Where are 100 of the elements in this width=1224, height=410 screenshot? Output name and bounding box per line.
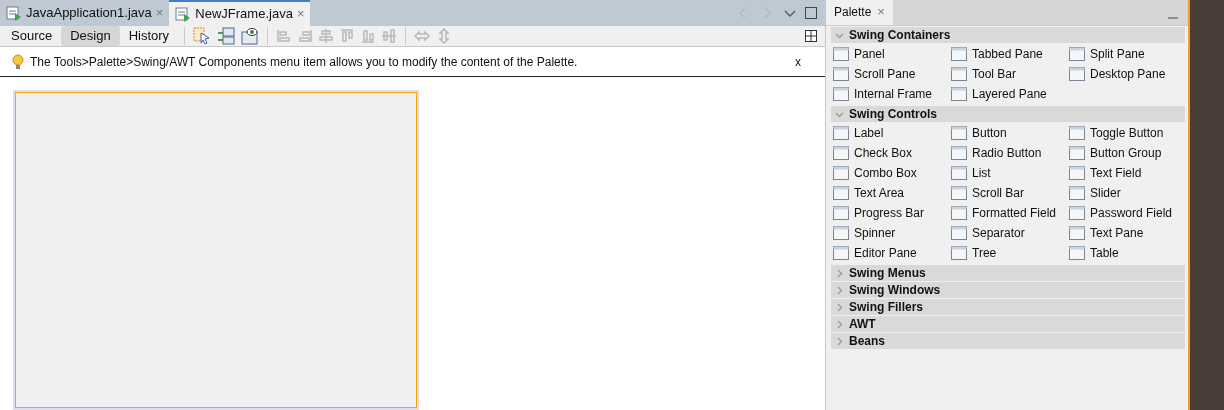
palette-item[interactable]: Tool Bar (949, 64, 1067, 84)
item-label: Separator (972, 225, 1025, 242)
component-icon (1069, 145, 1085, 161)
palette-item[interactable]: Editor Pane (831, 243, 949, 263)
center-horizontal-icon[interactable] (318, 28, 335, 44)
component-icon (951, 165, 967, 181)
component-icon (1069, 125, 1085, 141)
align-left-icon[interactable] (276, 28, 293, 44)
category-header[interactable]: Swing Windows (831, 282, 1185, 298)
palette-item[interactable]: Label (831, 123, 949, 143)
component-icon (951, 225, 967, 241)
palette-item[interactable]: Formatted Field (949, 203, 1067, 223)
item-label: Combo Box (854, 165, 917, 182)
component-icon (951, 125, 967, 141)
palette-item[interactable]: Panel (831, 44, 949, 64)
palette-item[interactable]: Internal Frame (831, 84, 949, 104)
component-icon (833, 225, 849, 241)
item-label: Tree (972, 245, 997, 262)
view-tab[interactable]: Design (61, 26, 120, 46)
palette-item[interactable]: Button (949, 123, 1067, 143)
resize-horizontal-icon[interactable] (414, 28, 431, 44)
component-icon (833, 165, 849, 181)
close-icon[interactable]: × (296, 4, 305, 24)
align-bottom-icon[interactable] (360, 28, 377, 44)
palette-item[interactable]: Desktop Pane (1067, 64, 1185, 84)
palette-item[interactable]: List (949, 163, 1067, 183)
category-label: Beans (849, 333, 886, 350)
palette-item[interactable]: Table (1067, 243, 1185, 263)
palette-item[interactable]: Split Pane (1067, 44, 1185, 64)
palette-item[interactable]: Toggle Button (1067, 123, 1185, 143)
view-tab[interactable]: History (121, 26, 177, 46)
item-label: Text Field (1090, 165, 1142, 182)
category-header[interactable]: Swing Fillers (831, 299, 1185, 315)
category-label: Swing Controls (849, 106, 937, 123)
category-header[interactable]: Beans (831, 333, 1185, 349)
category-label: Swing Menus (849, 265, 926, 282)
category-header[interactable]: Swing Controls (831, 106, 1185, 122)
category-header[interactable]: AWT (831, 316, 1185, 332)
view-tab[interactable]: Source (4, 26, 60, 46)
category-label: Swing Containers (849, 27, 951, 44)
palette-item[interactable]: Text Pane (1067, 223, 1185, 243)
component-icon (833, 245, 849, 261)
item-label: Toggle Button (1090, 125, 1164, 142)
resize-vertical-icon[interactable] (436, 28, 453, 44)
item-label: Layered Pane (972, 86, 1047, 103)
align-top-icon[interactable] (339, 28, 356, 44)
lightbulb-icon (12, 53, 24, 70)
close-hint-button[interactable]: x (783, 52, 813, 71)
grid-icon[interactable] (805, 30, 817, 42)
palette-item[interactable]: Radio Button (949, 143, 1067, 163)
palette-item[interactable]: Tree (949, 243, 1067, 263)
component-icon (951, 66, 967, 82)
palette-item[interactable]: Tabbed Pane (949, 44, 1067, 64)
palette-item[interactable]: Password Field (1067, 203, 1185, 223)
item-label: Slider (1090, 185, 1121, 202)
palette-item[interactable]: Text Area (831, 183, 949, 203)
maximize-icon[interactable] (805, 7, 817, 19)
item-label: Password Field (1090, 205, 1173, 222)
component-icon (1069, 66, 1085, 82)
item-label: Button (972, 125, 1007, 142)
form-canvas[interactable] (13, 90, 419, 410)
item-label: Tabbed Pane (972, 46, 1043, 63)
palette-item[interactable]: Combo Box (831, 163, 949, 183)
component-icon (1069, 225, 1085, 241)
category-header[interactable]: Swing Containers (831, 27, 1185, 43)
item-label: Progress Bar (854, 205, 925, 222)
component-icon (833, 46, 849, 62)
palette-item[interactable]: Button Group (1067, 143, 1185, 163)
palette-item[interactable]: Scroll Bar (949, 183, 1067, 203)
align-right-icon[interactable] (297, 28, 314, 44)
component-icon (951, 205, 967, 221)
component-icon (833, 185, 849, 201)
file-icon (6, 5, 22, 21)
editor-tab[interactable]: JavaApplication1.java × (0, 0, 170, 26)
center-vertical-icon[interactable] (381, 28, 398, 44)
palette-item[interactable]: Layered Pane (949, 84, 1067, 104)
palette-item[interactable]: Spinner (831, 223, 949, 243)
close-icon[interactable]: × (877, 2, 885, 22)
item-label: Table (1090, 245, 1119, 262)
component-icon (1069, 245, 1085, 261)
item-label: Split Pane (1090, 46, 1145, 63)
palette-item[interactable]: Separator (949, 223, 1067, 243)
preview-icon[interactable] (241, 27, 260, 45)
item-label: Panel (854, 46, 885, 63)
item-label: Label (854, 125, 884, 142)
palette-tab[interactable]: Palette × (826, 0, 893, 25)
tab-label: JavaApplication1.java (26, 4, 152, 23)
category-header[interactable]: Swing Menus (831, 265, 1185, 281)
selection-icon[interactable] (193, 27, 212, 45)
editor-tab[interactable]: NewJFrame.java × (169, 0, 311, 26)
item-label: Desktop Pane (1090, 66, 1166, 83)
palette-item[interactable]: Scroll Pane (831, 64, 949, 84)
connection-icon[interactable] (217, 27, 236, 45)
palette-item[interactable]: Slider (1067, 183, 1185, 203)
item-label: Check Box (854, 145, 913, 162)
component-icon (951, 245, 967, 261)
palette-item[interactable]: Text Field (1067, 163, 1185, 183)
palette-item[interactable]: Check Box (831, 143, 949, 163)
component-icon (833, 86, 849, 102)
palette-item[interactable]: Progress Bar (831, 203, 949, 223)
